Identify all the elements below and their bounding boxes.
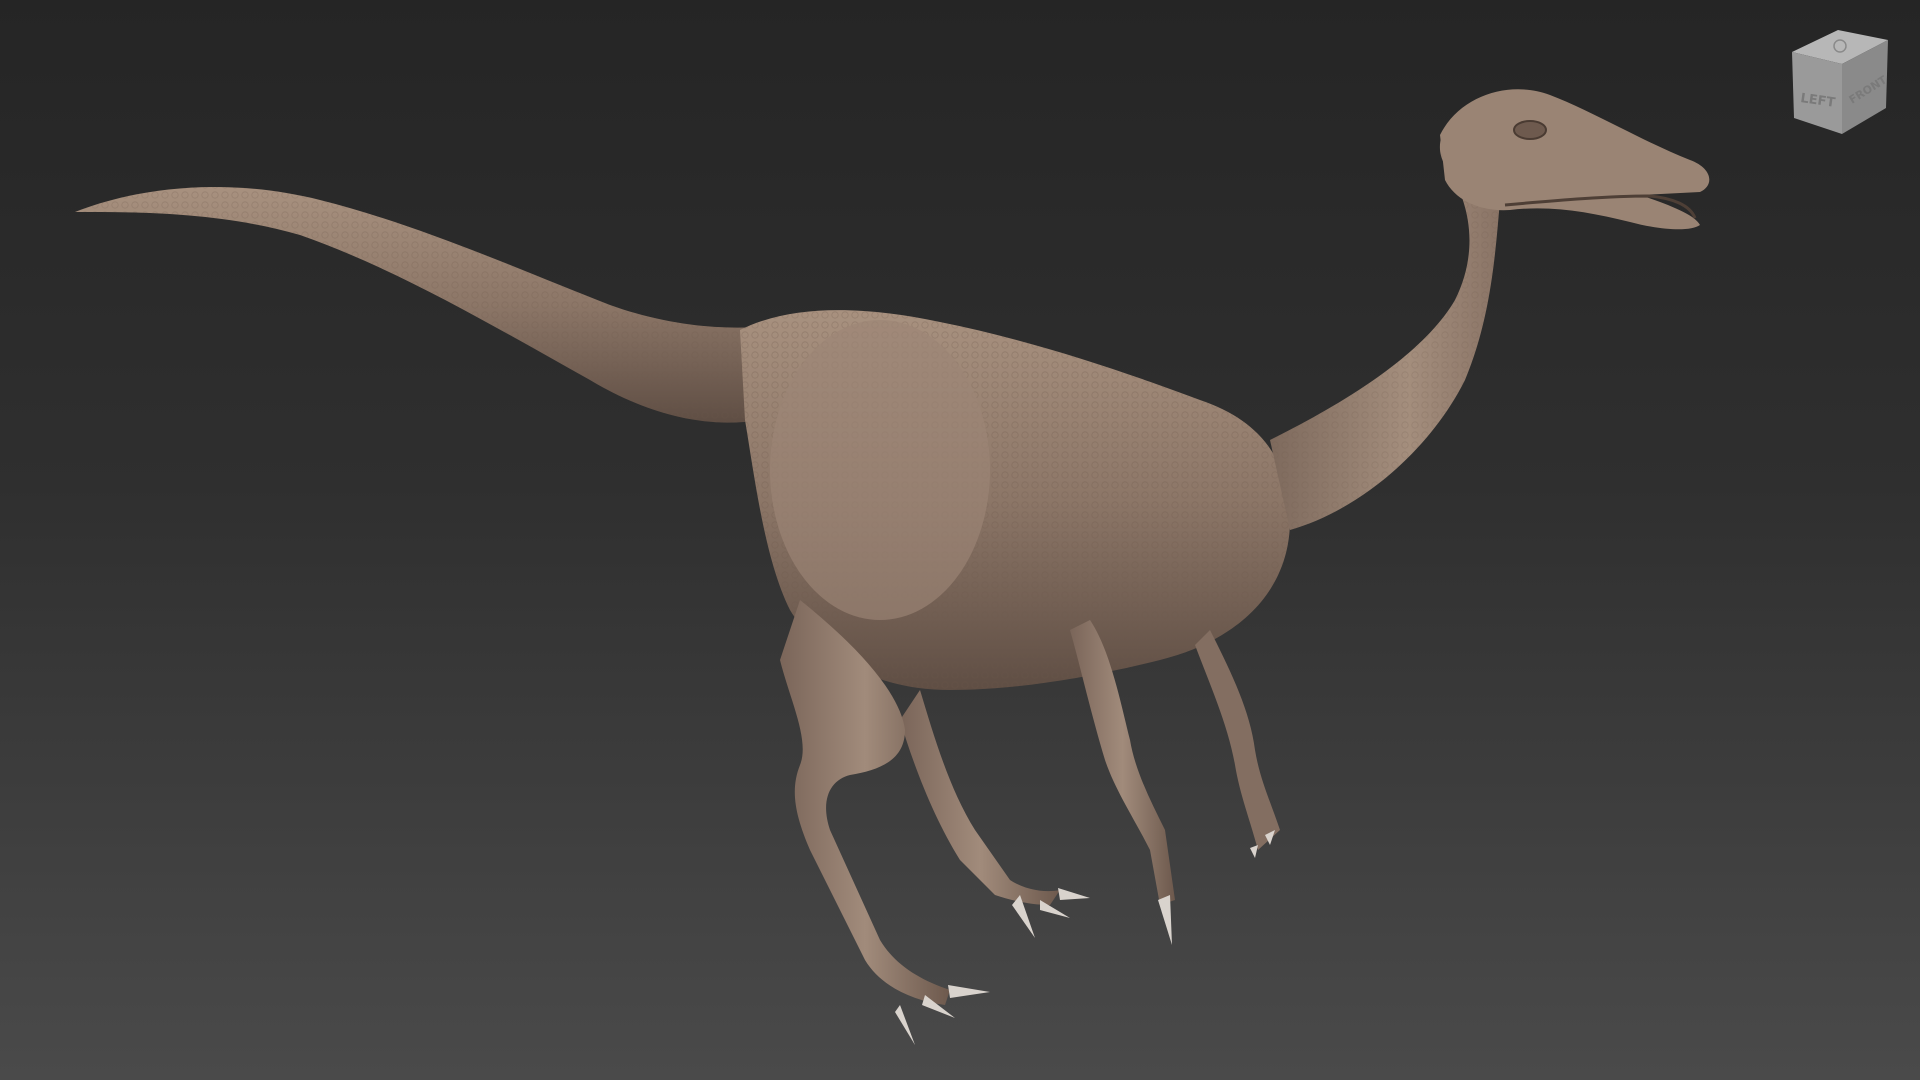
dinosaur-model[interactable] xyxy=(0,0,1920,1080)
claws xyxy=(895,830,1275,1045)
eye xyxy=(1513,120,1547,140)
3d-viewport[interactable]: LEFT FRONT xyxy=(0,0,1920,1080)
view-navigation-cube[interactable]: LEFT FRONT xyxy=(1780,22,1898,140)
thigh xyxy=(770,320,990,620)
far-arm xyxy=(1195,630,1280,850)
far-hind-leg xyxy=(900,690,1060,905)
